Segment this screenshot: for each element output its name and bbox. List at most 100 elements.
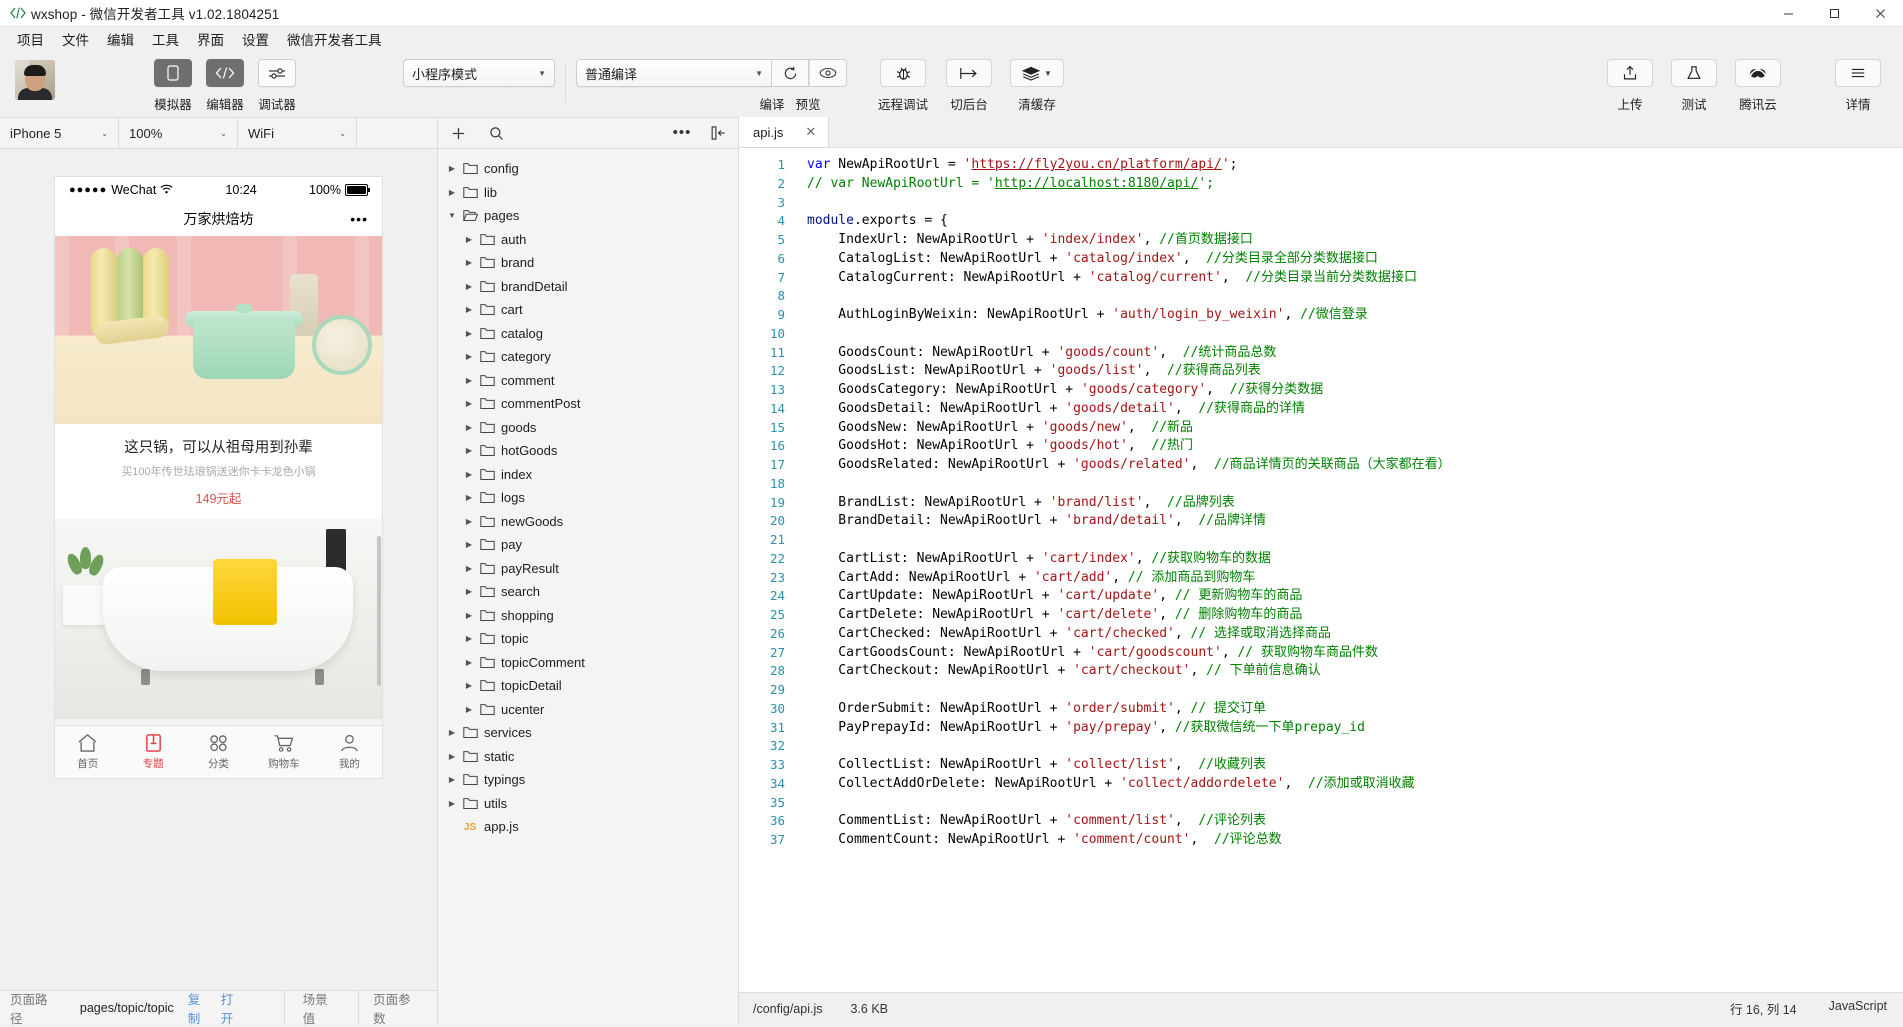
- details-button[interactable]: 详情: [1835, 51, 1881, 113]
- clear-cache-button[interactable]: ▼ 清缓存: [1010, 51, 1064, 113]
- chevron-right-icon[interactable]: ▶: [461, 376, 477, 385]
- tree-item-lib[interactable]: ▶lib: [438, 181, 738, 205]
- network-select[interactable]: WiFi ⌄: [238, 118, 357, 148]
- open-path-button[interactable]: 打开: [217, 991, 250, 1024]
- tab-cart[interactable]: 购物车: [251, 726, 316, 778]
- tree-item-pages[interactable]: ▼pages: [438, 204, 738, 228]
- tree-item-shopping[interactable]: ▶shopping: [438, 604, 738, 628]
- copy-path-button[interactable]: 复制: [184, 991, 217, 1024]
- tree-item-brandDetail[interactable]: ▶brandDetail: [438, 275, 738, 299]
- code-content[interactable]: var NewApiRootUrl = 'https://fly2you.cn/…: [793, 148, 1903, 992]
- chevron-right-icon[interactable]: ▶: [461, 705, 477, 714]
- chevron-right-icon[interactable]: ▶: [461, 470, 477, 479]
- tree-item-typings[interactable]: ▶typings: [438, 768, 738, 792]
- tree-item-topic[interactable]: ▶topic: [438, 627, 738, 651]
- device-select[interactable]: iPhone 5 ⌄: [0, 118, 119, 148]
- file-tree-more-button[interactable]: •••: [672, 123, 692, 143]
- tree-item-pay[interactable]: ▶pay: [438, 533, 738, 557]
- tree-item-catalog[interactable]: ▶catalog: [438, 322, 738, 346]
- tree-item-goods[interactable]: ▶goods: [438, 416, 738, 440]
- remote-debug-button[interactable]: 远程调试: [878, 51, 928, 113]
- file-tree-list[interactable]: ▶config▶lib▼pages▶auth▶brand▶brandDetail…: [438, 149, 738, 1024]
- chevron-right-icon[interactable]: ▶: [444, 728, 460, 737]
- code-area[interactable]: 1 2 3 4 5 6 7 8 9 10 11 12 13 14 15 16 1…: [739, 148, 1903, 992]
- tree-item-cart[interactable]: ▶cart: [438, 298, 738, 322]
- chevron-right-icon[interactable]: ▶: [444, 752, 460, 761]
- chevron-right-icon[interactable]: ▶: [444, 775, 460, 784]
- chevron-right-icon[interactable]: ▶: [461, 587, 477, 596]
- menu-item-file[interactable]: 文件: [53, 27, 98, 51]
- user-avatar[interactable]: [15, 60, 55, 100]
- chevron-right-icon[interactable]: ▶: [444, 799, 460, 808]
- simulator-toggle-button[interactable]: 模拟器: [154, 51, 192, 113]
- scene-value-button[interactable]: 场景值: [285, 991, 358, 1024]
- background-button[interactable]: 切后台: [946, 51, 992, 113]
- more-icon[interactable]: •••: [350, 211, 368, 227]
- chevron-right-icon[interactable]: ▶: [461, 564, 477, 573]
- tree-item-commentPost[interactable]: ▶commentPost: [438, 392, 738, 416]
- close-icon[interactable]: ✕: [805, 124, 816, 140]
- chevron-right-icon[interactable]: ▶: [461, 423, 477, 432]
- tree-item-auth[interactable]: ▶auth: [438, 228, 738, 252]
- tree-item-payResult[interactable]: ▶payResult: [438, 557, 738, 581]
- editor-toggle-button[interactable]: 编辑器: [206, 51, 244, 113]
- upload-button[interactable]: 上传: [1607, 51, 1653, 113]
- menu-item-project[interactable]: 项目: [8, 27, 53, 51]
- tencent-cloud-button[interactable]: 腾讯云: [1735, 51, 1781, 113]
- tree-item-logs[interactable]: ▶logs: [438, 486, 738, 510]
- search-files-button[interactable]: [486, 123, 506, 143]
- chevron-right-icon[interactable]: ▶: [444, 188, 460, 197]
- tab-topic[interactable]: 专题: [120, 726, 185, 778]
- chevron-right-icon[interactable]: ▶: [444, 164, 460, 173]
- chevron-right-icon[interactable]: ▶: [461, 634, 477, 643]
- minimize-button[interactable]: [1765, 0, 1811, 26]
- chevron-right-icon[interactable]: ▶: [461, 658, 477, 667]
- tree-item-ucenter[interactable]: ▶ucenter: [438, 698, 738, 722]
- tree-item-brand[interactable]: ▶brand: [438, 251, 738, 275]
- debugger-toggle-button[interactable]: 调试器: [258, 51, 296, 113]
- chevron-right-icon[interactable]: ▶: [461, 235, 477, 244]
- compile-select[interactable]: 普通编译 ▼: [576, 59, 771, 87]
- page-params-button[interactable]: 页面参数: [359, 991, 437, 1024]
- tree-item-utils[interactable]: ▶utils: [438, 792, 738, 816]
- status-language[interactable]: JavaScript: [1813, 999, 1903, 1018]
- chevron-right-icon[interactable]: ▶: [461, 282, 477, 291]
- tree-item-search[interactable]: ▶search: [438, 580, 738, 604]
- tree-item-category[interactable]: ▶category: [438, 345, 738, 369]
- chevron-right-icon[interactable]: ▶: [461, 258, 477, 267]
- menu-item-tools[interactable]: 工具: [143, 27, 188, 51]
- phone-content[interactable]: 这只锅，可以从祖母用到孙辈 买100年传世珐琅锅送迷你卡卡龙色小锅 149元起: [55, 236, 382, 725]
- editor-tab-api-js[interactable]: api.js ✕: [739, 117, 829, 147]
- collapse-panel-button[interactable]: [708, 123, 728, 143]
- tab-user[interactable]: 我的: [317, 726, 382, 778]
- menu-item-edit[interactable]: 编辑: [98, 27, 143, 51]
- chevron-right-icon[interactable]: ▶: [461, 446, 477, 455]
- chevron-right-icon[interactable]: ▶: [461, 540, 477, 549]
- menu-item-devtools[interactable]: 微信开发者工具: [278, 27, 391, 51]
- tree-item-topicDetail[interactable]: ▶topicDetail: [438, 674, 738, 698]
- maximize-button[interactable]: [1811, 0, 1857, 26]
- preview-button[interactable]: [809, 59, 847, 87]
- topic-card-image[interactable]: [55, 236, 382, 424]
- chevron-down-icon[interactable]: ▼: [444, 211, 460, 220]
- tree-item-app.js[interactable]: JSapp.js: [438, 815, 738, 839]
- tab-category[interactable]: 分类: [186, 726, 251, 778]
- chevron-right-icon[interactable]: ▶: [461, 611, 477, 620]
- add-file-button[interactable]: [448, 123, 468, 143]
- test-button[interactable]: 测试: [1671, 51, 1717, 113]
- mode-select[interactable]: 小程序模式 ▼: [403, 59, 555, 87]
- chevron-right-icon[interactable]: ▶: [461, 517, 477, 526]
- tree-item-services[interactable]: ▶services: [438, 721, 738, 745]
- chevron-right-icon[interactable]: ▶: [461, 329, 477, 338]
- menu-item-settings[interactable]: 设置: [233, 27, 278, 51]
- tree-item-topicComment[interactable]: ▶topicComment: [438, 651, 738, 675]
- tree-item-index[interactable]: ▶index: [438, 463, 738, 487]
- close-button[interactable]: [1857, 0, 1903, 26]
- tree-item-comment[interactable]: ▶comment: [438, 369, 738, 393]
- tree-item-newGoods[interactable]: ▶newGoods: [438, 510, 738, 534]
- zoom-select[interactable]: 100% ⌄: [119, 118, 238, 148]
- chevron-right-icon[interactable]: ▶: [461, 352, 477, 361]
- tab-home[interactable]: 首页: [55, 726, 120, 778]
- chevron-right-icon[interactable]: ▶: [461, 399, 477, 408]
- tree-item-hotGoods[interactable]: ▶hotGoods: [438, 439, 738, 463]
